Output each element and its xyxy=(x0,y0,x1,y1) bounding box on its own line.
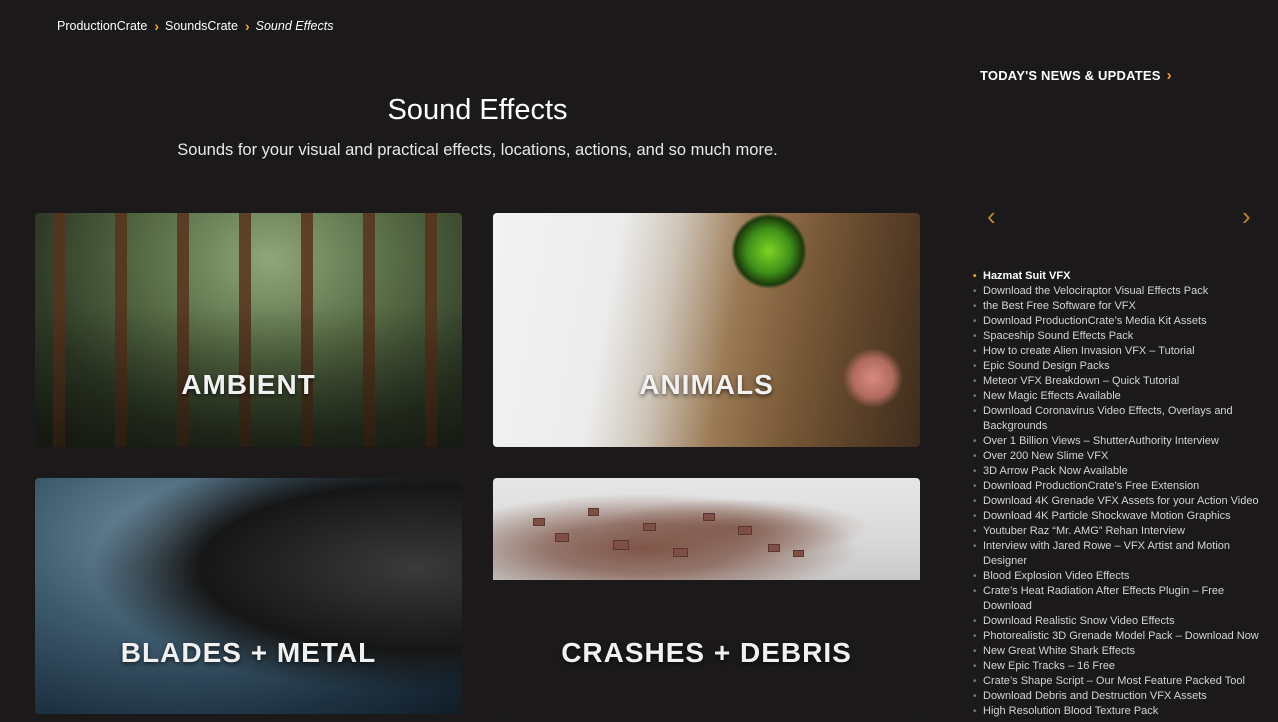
category-card-animals[interactable]: ANIMALS xyxy=(493,213,920,447)
category-label-blades-metal: BLADES + METAL xyxy=(120,637,377,668)
news-item[interactable]: Download the Velociraptor Visual Effects… xyxy=(972,284,1268,299)
news-link[interactable]: Photorealistic 3D Grenade Model Pack – D… xyxy=(983,630,1259,642)
category-card-crashes-debris[interactable]: CRASHES + DEBRIS xyxy=(493,478,920,714)
breadcrumb-productioncrate[interactable]: ProductionCrate xyxy=(57,19,147,33)
news-item[interactable]: Hazmat Suit VFX xyxy=(972,269,1268,284)
news-link[interactable]: Download the Velociraptor Visual Effects… xyxy=(983,285,1208,297)
news-item[interactable]: Meteor VFX Breakdown – Quick Tutorial xyxy=(972,374,1268,389)
news-link[interactable]: Download Debris and Destruction VFX Asse… xyxy=(983,690,1207,702)
news-link[interactable]: Crate’s Heat Radiation After Effects Plu… xyxy=(983,585,1224,612)
brick-shape xyxy=(673,548,688,557)
chevron-right-icon: › xyxy=(1166,67,1172,84)
news-item[interactable]: the Best Free Software for VFX xyxy=(972,299,1268,314)
carousel-prev-button[interactable]: ‹ xyxy=(987,203,996,229)
category-label-ambient: AMBIENT xyxy=(181,369,316,400)
carousel-next-button[interactable]: › xyxy=(1242,203,1251,229)
news-heading[interactable]: TODAY'S NEWS & UPDATES › xyxy=(980,67,1172,84)
news-link[interactable]: Over 1 Billion Views – ShutterAuthority … xyxy=(983,435,1219,447)
news-link[interactable]: 3D Arrow Pack Now Available xyxy=(983,465,1128,477)
news-item[interactable]: Crate’s Shape Script – Our Most Feature … xyxy=(972,674,1268,689)
news-item[interactable]: New Epic Tracks – 16 Free xyxy=(972,659,1268,674)
news-link[interactable]: New Great White Shark Effects xyxy=(983,645,1135,657)
news-item[interactable]: How to create Alien Invasion VFX – Tutor… xyxy=(972,344,1268,359)
news-link[interactable]: Download Coronavirus Video Effects, Over… xyxy=(983,405,1233,432)
breadcrumb: ProductionCrate › SoundsCrate › Sound Ef… xyxy=(57,19,333,33)
news-link[interactable]: Youtuber Raz “Mr. AMG” Rehan Interview xyxy=(983,525,1185,537)
news-item[interactable]: Youtuber Raz “Mr. AMG” Rehan Interview xyxy=(972,524,1268,539)
news-item[interactable]: Crate’s Heat Radiation After Effects Plu… xyxy=(972,584,1268,614)
news-link[interactable]: Download ProductionCrate’s Media Kit Ass… xyxy=(983,315,1207,327)
news-item[interactable]: Download Coronavirus Video Effects, Over… xyxy=(972,404,1268,434)
chevron-right-icon: › xyxy=(154,18,159,34)
news-link[interactable]: the Best Free Software for VFX xyxy=(983,300,1136,312)
page: ProductionCrate › SoundsCrate › Sound Ef… xyxy=(0,0,1278,722)
brick-shape xyxy=(703,513,715,521)
news-link[interactable]: Epic Sound Design Packs xyxy=(983,360,1110,372)
news-item[interactable]: New Magic Effects Available xyxy=(972,389,1268,404)
news-item[interactable]: Over 200 New Slime VFX xyxy=(972,449,1268,464)
news-item[interactable]: Download ProductionCrate’s Free Extensio… xyxy=(972,479,1268,494)
news-item[interactable]: Download 4K Particle Shockwave Motion Gr… xyxy=(972,509,1268,524)
category-card-ambient[interactable]: AMBIENT xyxy=(35,213,462,447)
brick-shape xyxy=(793,550,804,557)
news-link[interactable]: Blood Explosion Video Effects xyxy=(983,570,1129,582)
news-item[interactable]: Download Debris and Destruction VFX Asse… xyxy=(972,689,1268,704)
news-link[interactable]: High Resolution Blood Texture Pack xyxy=(983,705,1158,717)
chevron-left-icon: ‹ xyxy=(987,201,996,231)
news-item[interactable]: 3D Arrow Pack Now Available xyxy=(972,464,1268,479)
news-link[interactable]: Download ProductionCrate’s Free Extensio… xyxy=(983,480,1199,492)
news-list: Hazmat Suit VFX Download the Velocirapto… xyxy=(972,269,1268,719)
news-link[interactable]: Spaceship Sound Effects Pack xyxy=(983,330,1133,342)
news-link[interactable]: Meteor VFX Breakdown – Quick Tutorial xyxy=(983,375,1179,387)
news-item[interactable]: Over 1 Billion Views – ShutterAuthority … xyxy=(972,434,1268,449)
news-link[interactable]: New Magic Effects Available xyxy=(983,390,1121,402)
news-item[interactable]: Spaceship Sound Effects Pack xyxy=(972,329,1268,344)
news-item[interactable]: Download 4K Grenade VFX Assets for your … xyxy=(972,494,1268,509)
page-subtitle: Sounds for your visual and practical eff… xyxy=(177,141,778,159)
news-item[interactable]: Download ProductionCrate’s Media Kit Ass… xyxy=(972,314,1268,329)
brick-shape xyxy=(738,526,752,535)
category-card-blades-metal[interactable]: BLADES + METAL xyxy=(35,478,462,714)
news-link[interactable]: Download 4K Grenade VFX Assets for your … xyxy=(983,495,1259,507)
brick-shape xyxy=(613,540,629,550)
category-label-animals: ANIMALS xyxy=(639,369,774,400)
news-link[interactable]: Download 4K Particle Shockwave Motion Gr… xyxy=(983,510,1231,522)
news-heading-text: TODAY'S NEWS & UPDATES xyxy=(980,68,1161,83)
breadcrumb-soundscrate[interactable]: SoundsCrate xyxy=(165,19,238,33)
news-item[interactable]: High Resolution Blood Texture Pack xyxy=(972,704,1268,719)
news-item[interactable]: Blood Explosion Video Effects xyxy=(972,569,1268,584)
news-link[interactable]: Crate’s Shape Script – Our Most Feature … xyxy=(983,675,1245,687)
breadcrumb-current: Sound Effects xyxy=(255,19,334,33)
category-label-crashes-debris: CRASHES + DEBRIS xyxy=(561,637,852,668)
news-item[interactable]: Photorealistic 3D Grenade Model Pack – D… xyxy=(972,629,1268,644)
news-item[interactable]: Interview with Jared Rowe – VFX Artist a… xyxy=(972,539,1268,569)
brick-shape xyxy=(555,533,569,542)
chevron-right-icon: › xyxy=(244,18,250,34)
news-item[interactable]: Epic Sound Design Packs xyxy=(972,359,1268,374)
brick-shape xyxy=(768,544,780,552)
news-link[interactable]: Interview with Jared Rowe – VFX Artist a… xyxy=(983,540,1230,567)
news-link[interactable]: Download Realistic Snow Video Effects xyxy=(983,615,1175,627)
brick-shape xyxy=(588,508,599,516)
news-item[interactable]: Download Realistic Snow Video Effects xyxy=(972,614,1268,629)
brick-shape xyxy=(533,518,545,526)
debris-image xyxy=(493,478,920,580)
chevron-right-icon: › xyxy=(1242,201,1251,231)
news-link[interactable]: Over 200 New Slime VFX xyxy=(983,450,1108,462)
news-item[interactable]: New Great White Shark Effects xyxy=(972,644,1268,659)
page-title: Sound Effects xyxy=(387,94,568,126)
news-link[interactable]: Hazmat Suit VFX xyxy=(983,270,1070,282)
brick-shape xyxy=(643,523,656,531)
news-link[interactable]: How to create Alien Invasion VFX – Tutor… xyxy=(983,345,1195,357)
news-link[interactable]: New Epic Tracks – 16 Free xyxy=(983,660,1115,672)
